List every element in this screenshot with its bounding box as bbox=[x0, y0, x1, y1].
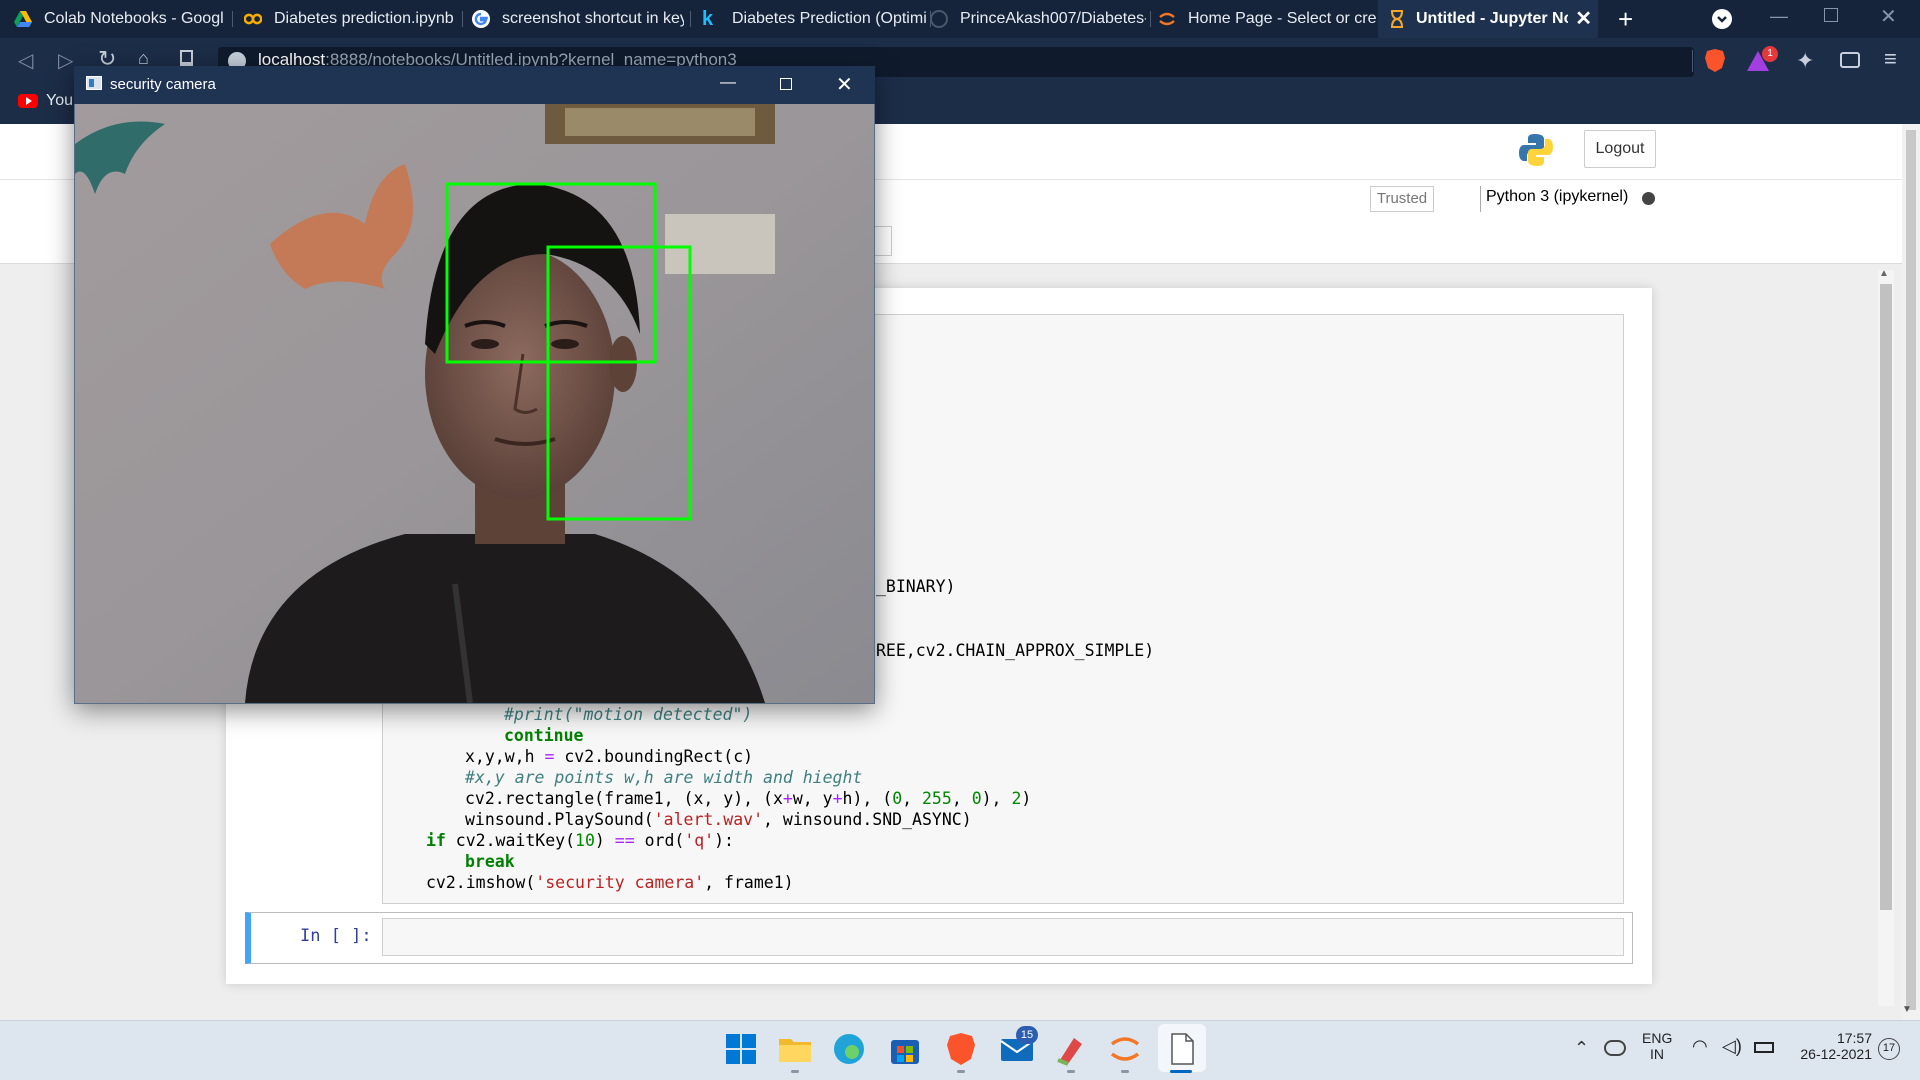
scroll-up-arrow-icon[interactable]: ▲ bbox=[1879, 268, 1889, 279]
language-indicator[interactable]: ENG IN bbox=[1642, 1030, 1672, 1062]
notification-count[interactable]: 17 bbox=[1878, 1038, 1900, 1060]
forward-icon[interactable]: ▷ bbox=[58, 48, 73, 73]
file-explorer-icon[interactable] bbox=[776, 1030, 814, 1068]
minimize-icon[interactable]: — bbox=[720, 74, 736, 92]
google-icon bbox=[472, 10, 490, 28]
running-indicator bbox=[957, 1070, 965, 1073]
rewards-badge: 1 bbox=[1762, 46, 1778, 62]
code-fragment: REE,cv2.CHAIN_APPROX_SIMPLE) bbox=[876, 641, 1155, 660]
window-minimize-icon[interactable]: — bbox=[1770, 6, 1788, 27]
extensions-icon[interactable]: ✦ bbox=[1796, 48, 1814, 74]
clock-time: 17:57 bbox=[1836, 1030, 1872, 1046]
tab-label: Untitled - Jupyter Note bbox=[1416, 10, 1568, 27]
menu-icon[interactable]: ≡ bbox=[1884, 46, 1897, 72]
brave-shields-icon[interactable] bbox=[1704, 48, 1726, 72]
running-indicator bbox=[1067, 1070, 1075, 1073]
tab-untitled-jupyter[interactable]: Untitled - Jupyter Note ✕ bbox=[1378, 0, 1598, 38]
tab-github[interactable]: PrinceAkash007/Diabetes-p bbox=[930, 0, 1146, 38]
blank-window-icon[interactable] bbox=[1163, 1030, 1201, 1068]
cell-prompt: In [ ]: bbox=[300, 926, 372, 946]
mail-badge: 15 bbox=[1016, 1026, 1038, 1044]
python-logo-icon bbox=[1519, 134, 1553, 166]
new-tab-icon[interactable]: + bbox=[1618, 4, 1633, 35]
tab-colab-notebooks[interactable]: Colab Notebooks - Google bbox=[14, 0, 224, 38]
language-code: ENG bbox=[1642, 1030, 1673, 1046]
maximize-icon[interactable] bbox=[780, 78, 792, 90]
jupyter-icon bbox=[1159, 12, 1175, 26]
code-fragment: _BINARY) bbox=[876, 577, 956, 596]
tray-overflow-icon[interactable]: ⌃ bbox=[1574, 1038, 1589, 1059]
paint-icon[interactable] bbox=[1052, 1030, 1090, 1068]
tab-search-icon[interactable] bbox=[1712, 9, 1732, 29]
clock[interactable]: 17:57 26-12-2021 bbox=[1790, 1030, 1872, 1062]
start-icon[interactable] bbox=[722, 1030, 760, 1068]
tab-diabetes-kaggle[interactable]: k Diabetes Prediction (Optimi bbox=[702, 0, 926, 38]
tab-label: screenshot shortcut in keyb bbox=[502, 10, 684, 27]
code-lines: #print("motion detected") continue x,y,w… bbox=[426, 705, 1032, 892]
tab-separator bbox=[462, 11, 463, 27]
app-window-icon bbox=[86, 76, 102, 90]
close-icon[interactable]: ✕ bbox=[836, 72, 853, 97]
onedrive-icon[interactable] bbox=[1604, 1040, 1626, 1056]
tab-diabetes-colab[interactable]: Diabetes prediction.ipynb - bbox=[244, 0, 458, 38]
running-indicator bbox=[791, 1070, 799, 1073]
window-restore-icon[interactable] bbox=[1824, 8, 1838, 22]
logout-button[interactable]: Logout bbox=[1584, 130, 1656, 168]
kernel-status-icon bbox=[1642, 192, 1655, 205]
github-icon bbox=[930, 10, 948, 28]
window-title: security camera bbox=[110, 76, 216, 93]
camera-frame-image bbox=[75, 104, 874, 703]
running-indicator bbox=[1121, 1070, 1129, 1073]
bookmark-icon[interactable] bbox=[180, 50, 193, 66]
close-tab-icon[interactable]: ✕ bbox=[1575, 0, 1592, 38]
kernel-separator bbox=[1480, 186, 1481, 212]
tab-label: Home Page - Select or crea bbox=[1188, 10, 1376, 27]
store-icon[interactable] bbox=[886, 1030, 924, 1068]
url-separator bbox=[1692, 50, 1693, 72]
wifi-icon[interactable]: ◠ bbox=[1692, 1036, 1708, 1057]
tab-label: Diabetes prediction.ipynb - bbox=[274, 10, 458, 27]
kaggle-icon: k bbox=[702, 8, 714, 30]
bookmark-youtube[interactable]: You bbox=[46, 92, 73, 110]
tab-screenshot-shortcut[interactable]: screenshot shortcut in keyb bbox=[472, 0, 684, 38]
colab-icon bbox=[244, 13, 262, 25]
trusted-indicator[interactable]: Trusted bbox=[1370, 186, 1434, 212]
camera-feed bbox=[75, 104, 874, 703]
back-icon[interactable]: ◁ bbox=[18, 48, 33, 73]
edge-icon[interactable] bbox=[830, 1030, 868, 1068]
tab-label: PrinceAkash007/Diabetes-p bbox=[960, 10, 1146, 27]
notebook-scroll-thumb[interactable] bbox=[1880, 284, 1892, 910]
window-close-icon[interactable]: ✕ bbox=[1880, 4, 1897, 29]
youtube-icon bbox=[18, 94, 38, 108]
tab-separator bbox=[1150, 11, 1151, 27]
page-scroll-thumb[interactable] bbox=[1906, 130, 1916, 1010]
active-indicator bbox=[1170, 1070, 1192, 1073]
brave-browser-icon[interactable] bbox=[942, 1030, 980, 1068]
scroll-down-arrow-icon[interactable]: ▼ bbox=[1902, 1004, 1912, 1015]
hourglass-icon bbox=[1391, 10, 1403, 28]
tab-separator bbox=[690, 11, 691, 27]
google-drive-icon bbox=[14, 11, 32, 27]
empty-cell-input[interactable] bbox=[382, 918, 1624, 956]
tab-label: Colab Notebooks - Google bbox=[44, 10, 224, 27]
tab-jupyter-home[interactable]: Home Page - Select or crea bbox=[1158, 0, 1376, 38]
tab-label: Diabetes Prediction (Optimi bbox=[732, 10, 926, 27]
wallet-icon[interactable] bbox=[1840, 52, 1860, 68]
tab-separator bbox=[232, 11, 233, 27]
volume-icon[interactable]: ◁) bbox=[1722, 1036, 1742, 1057]
region-code: IN bbox=[1650, 1046, 1664, 1062]
clock-date: 26-12-2021 bbox=[1800, 1046, 1872, 1062]
kernel-name[interactable]: Python 3 (ipykernel) bbox=[1486, 188, 1628, 206]
battery-icon[interactable] bbox=[1754, 1042, 1774, 1053]
jupyter-app-icon[interactable] bbox=[1106, 1030, 1144, 1068]
